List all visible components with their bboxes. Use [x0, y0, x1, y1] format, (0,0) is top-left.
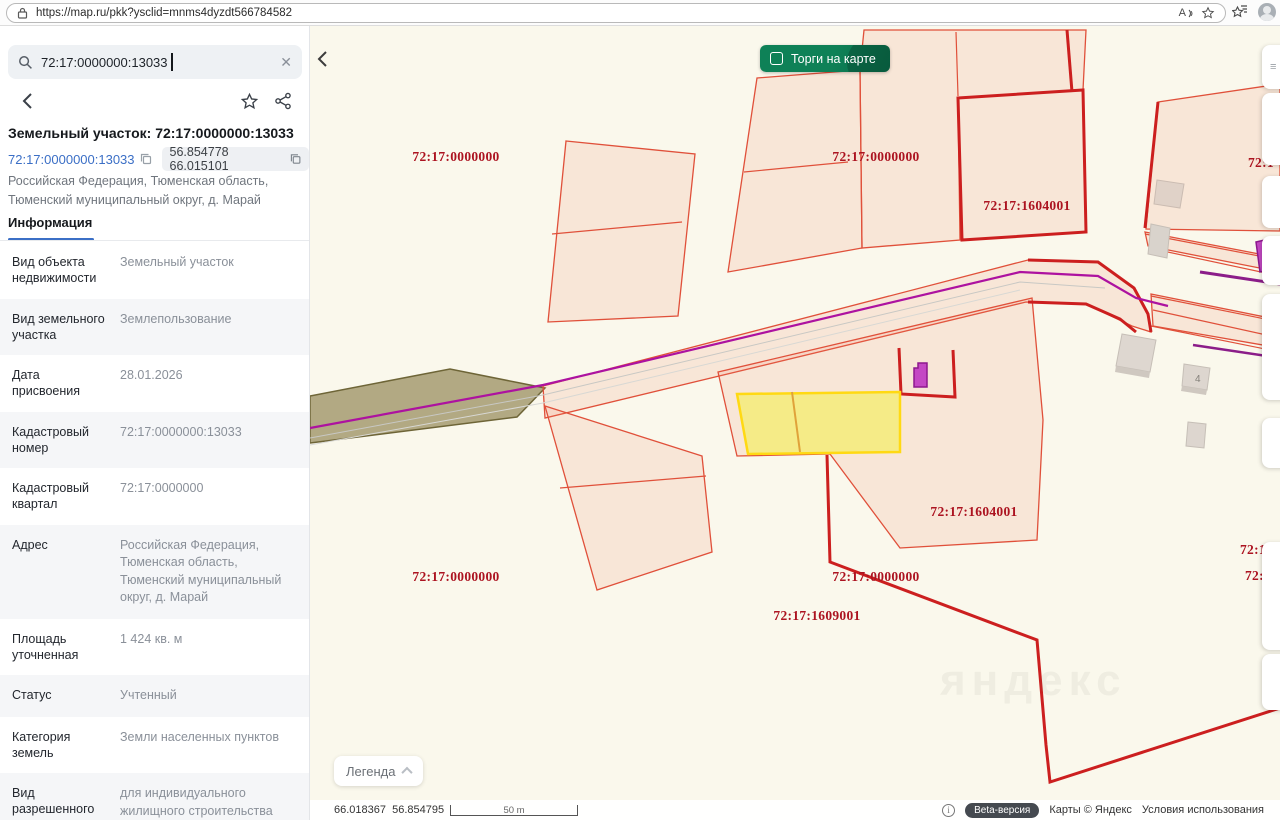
url-text: https://map.ru/pkk?ysclid=mnms4dyzdt5667…: [36, 7, 293, 19]
legend-button[interactable]: Легенда: [334, 756, 424, 786]
info-row-label: Кадастровый номер: [12, 424, 89, 455]
info-row: Кадастровый номер 72:17:0000000:13033: [0, 411, 309, 468]
map-control-button[interactable]: ≡: [1262, 45, 1280, 89]
copy-icon[interactable]: [290, 153, 301, 165]
info-row-value: Учтенный: [120, 688, 177, 702]
profile-avatar[interactable]: [1258, 3, 1276, 21]
sidebar-collapse-chevron[interactable]: [316, 50, 332, 68]
info-table: Вид объекта недвижимости Земельный участо…: [0, 242, 309, 820]
cadastral-number-link[interactable]: 72:17:0000000:13033: [8, 152, 152, 167]
map-control-button[interactable]: [1262, 654, 1280, 710]
info-row: Вид объекта недвижимости Земельный участо…: [0, 242, 309, 299]
beta-badge: Beta-версия: [965, 802, 1040, 818]
map-control-button[interactable]: [1262, 93, 1280, 165]
info-row: Вид разрешенного использования для индиви…: [0, 773, 309, 820]
parcel[interactable]: [544, 405, 713, 591]
text-caret: [171, 53, 173, 71]
info-row-label: Адрес: [12, 537, 48, 552]
map-control-button[interactable]: [1262, 418, 1280, 468]
browser-topbar: https://map.ru/pkk?ysclid=mnms4dyzdt5667…: [0, 0, 1280, 26]
cadastral-quarter-boundary[interactable]: [956, 88, 1088, 242]
clear-search-icon[interactable]: ✕: [280, 55, 292, 69]
share-icon[interactable]: [270, 88, 296, 114]
building-gray: [1185, 421, 1207, 449]
search-input[interactable]: [41, 54, 273, 70]
copy-icon[interactable]: [140, 153, 152, 165]
info-row-label: Вид земельного участка: [12, 311, 105, 342]
info-row: Вид земельного участка Землепользование: [0, 298, 309, 355]
info-row: Статус Учтенный: [0, 675, 309, 717]
info-row-label: Площадь уточненная: [12, 631, 79, 662]
info-row: Категория земель Земли населенных пунктов: [0, 717, 309, 774]
map-control-button[interactable]: [1262, 294, 1280, 400]
cadastral-quarter-label: 72:17:1609001: [773, 608, 861, 623]
cadastral-quarter-label: 72:17:1604001: [983, 198, 1071, 213]
map-control-button[interactable]: [1262, 176, 1280, 228]
cadastral-map-layer: 4: [310, 29, 1280, 784]
back-button[interactable]: [14, 88, 40, 114]
info-row-label: Кадастровый квартал: [12, 481, 89, 512]
info-icon[interactable]: i: [942, 803, 956, 817]
info-row-value: для индивидуального жилищного строительс…: [120, 786, 273, 818]
cursor-coordinates: 66.018367 56.854795: [334, 804, 445, 816]
info-row-value: Землепользование: [120, 311, 232, 326]
tab-information[interactable]: Информация: [8, 215, 92, 238]
info-row: Дата присвоения 28.01.2026: [0, 355, 309, 412]
parcel-address: Российская Федерация, Тюменская область,…: [8, 174, 269, 208]
bookmark-star-icon[interactable]: [236, 88, 262, 114]
selected-parcel-highlight[interactable]: [735, 390, 902, 456]
map-canvas[interactable]: 4 яндекс 72:17:0000000 72:17:0000000 72:17…: [310, 26, 1280, 820]
scale-bar: 50 m: [450, 805, 578, 816]
collections-icon[interactable]: [1231, 4, 1248, 20]
info-row: Кадастровый квартал 72:17:0000000: [0, 468, 309, 525]
info-row-value: Российская Федерация, Тюменская область,…: [120, 537, 282, 605]
building-gray: [1147, 223, 1171, 259]
map-copyright[interactable]: Карты © Яндекс: [1049, 804, 1132, 816]
building-gray: [1115, 333, 1157, 373]
info-row-label: Вид разрешенного использования: [12, 786, 99, 820]
cadastral-quarter-label: 72:17:1604001: [930, 504, 1018, 519]
info-row: Адрес Российская Федерация, Тюменская обл…: [0, 524, 309, 619]
info-row: Площадь уточненная 1 424 кв. м: [0, 619, 309, 676]
cadastral-quarter-label: 72:17:0000000: [832, 569, 920, 584]
info-row-value: 72:17:0000000:13033: [120, 424, 242, 439]
map-control-button[interactable]: [1262, 542, 1280, 650]
parcel-title: Земельный участок: 72:17:0000000:13033: [8, 125, 294, 141]
cadastral-quarter-label: 72:17:0000000: [832, 149, 920, 164]
parcel[interactable]: [727, 69, 863, 273]
info-row-value: Земли населенных пунктов: [120, 729, 279, 744]
info-row-value: Земельный участок: [120, 255, 234, 269]
cadastral-quarter-label: 72:17:0000000: [412, 569, 500, 584]
auctions-toggle-button[interactable]: Торги на карте: [760, 45, 890, 72]
info-row-value: 28.01.2026: [120, 368, 183, 382]
sidebar-panel: ✕ Земельный участок: 72:17:0000000:13033…: [0, 26, 310, 820]
parcel[interactable]: [547, 140, 696, 323]
read-aloud-icon[interactable]: A: [1179, 7, 1193, 19]
coordinates-chip[interactable]: 56.854778 66.015101: [161, 145, 309, 173]
info-row-label: Категория земель: [12, 729, 71, 760]
auctions-checkbox[interactable]: [770, 52, 783, 65]
search-icon: [19, 55, 32, 69]
cadastral-quarter-label: 72:17:0000000: [412, 149, 500, 164]
info-row-value: 1 424 кв. м: [120, 631, 183, 646]
chevron-up-icon: [401, 766, 414, 779]
building-number-label: 4: [1195, 374, 1201, 385]
info-row-label: Статус: [12, 688, 52, 702]
info-row-label: Дата присвоения: [12, 368, 81, 399]
info-row-label: Вид объекта недвижимости: [12, 255, 97, 286]
divider: [0, 240, 309, 241]
tab-bar: Информация: [0, 214, 309, 241]
map-control-button[interactable]: [1262, 236, 1280, 285]
info-row-value: 72:17:0000000: [120, 481, 204, 495]
address-bar[interactable]: https://map.ru/pkk?ysclid=mnms4dyzdt5667…: [6, 3, 1226, 23]
search-box[interactable]: ✕: [8, 45, 302, 79]
favorite-star-icon[interactable]: [1201, 6, 1215, 20]
map-statusbar: 66.018367 56.854795 50 m i Beta-версия К…: [310, 800, 1280, 820]
terms-link[interactable]: Условия использования: [1142, 804, 1264, 816]
lock-icon: [17, 7, 28, 19]
map-watermark: яндекс: [940, 656, 1127, 705]
building-beige: [1153, 179, 1185, 209]
